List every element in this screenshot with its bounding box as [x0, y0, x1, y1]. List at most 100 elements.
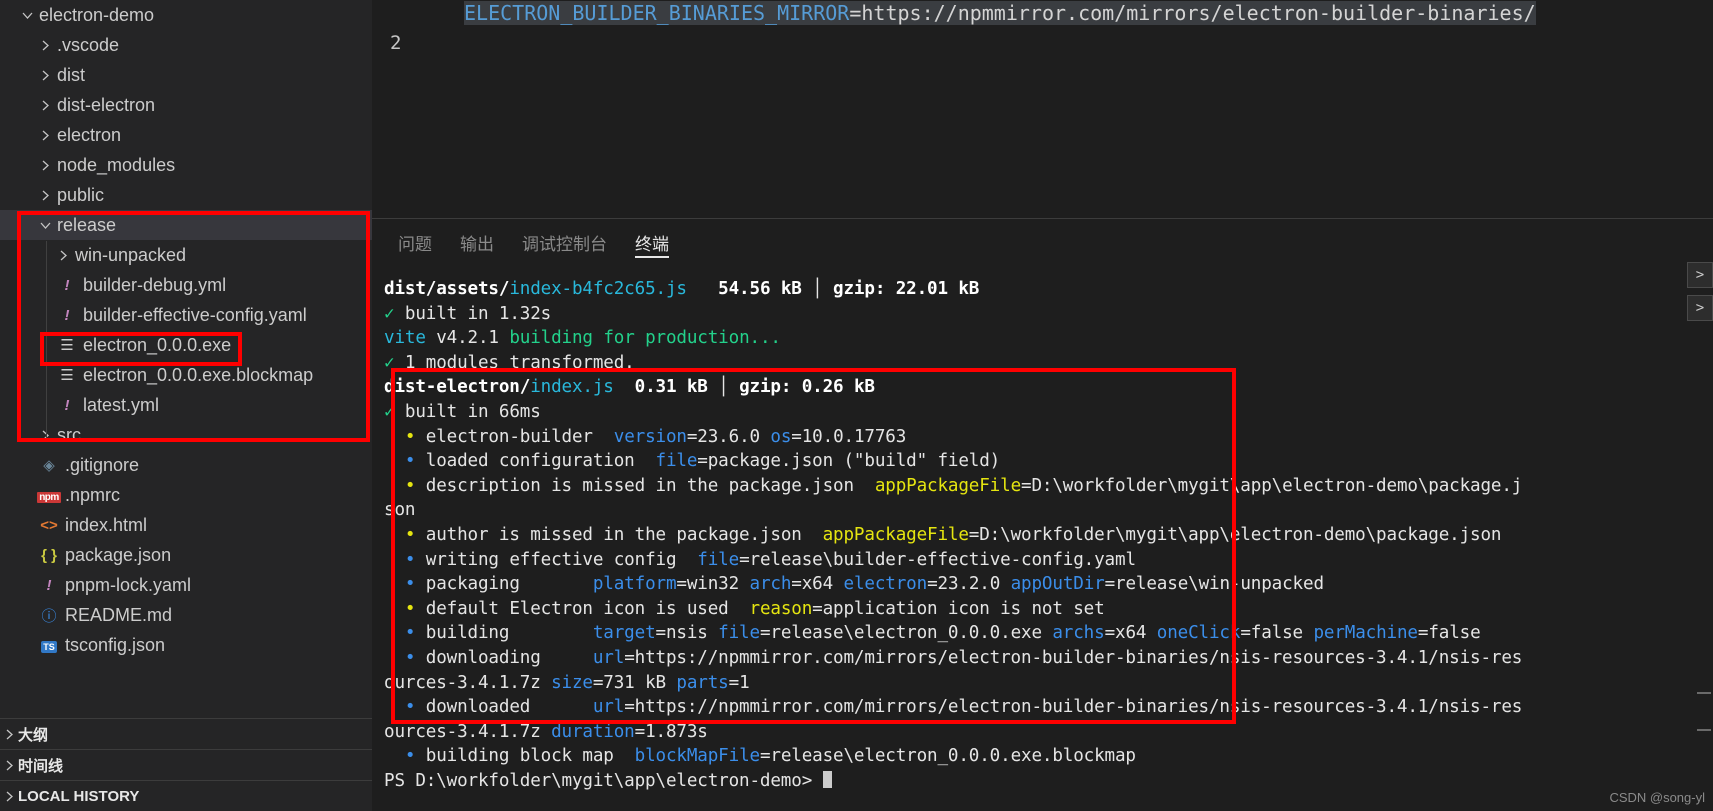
terminal-line: ✓ built in 66ms [384, 401, 541, 422]
terminal-line: • default Electron icon is used reason=a… [384, 598, 1105, 619]
tree-item-electron[interactable]: electron [0, 120, 372, 150]
chevron-right-icon[interactable] [36, 160, 54, 171]
chevron-right-icon[interactable] [36, 190, 54, 201]
terminal-line: ources-3.4.1.7z size=731 kB parts=1 [384, 672, 750, 693]
tree-item-label: README.md [65, 604, 173, 625]
tree-item-index-html[interactable]: <> index.html [0, 510, 372, 540]
terminal-line: ources-3.4.1.7z duration=1.873s [384, 721, 708, 742]
terminal-line: son [384, 500, 416, 521]
terminal-line: • description is missed in the package.j… [384, 475, 1523, 496]
terminal-line: • building block map blockMapFile=releas… [384, 746, 1136, 767]
panel-tab-label: 输出 [460, 235, 494, 254]
binary-icon: ☰ [60, 337, 74, 354]
terminal-output[interactable]: dist/assets/index-b4fc2c65.js 54.56 kB │… [372, 266, 1713, 811]
yaml-icon: ! [64, 276, 70, 294]
sidebar-section-label: 大纲 [18, 726, 49, 744]
tree-item-label: package.json [65, 544, 172, 565]
tree-item-latest-yml[interactable]: ! latest.yml [0, 390, 372, 420]
tree-item-dist-electron[interactable]: dist-electron [0, 90, 372, 120]
chevron-right-icon[interactable] [0, 760, 18, 771]
terminal-line: • electron-builder version=23.6.0 os=10.… [384, 426, 907, 447]
panel-tab-3[interactable]: 终端 [621, 219, 683, 266]
tree-item-label: .npmrc [65, 484, 121, 505]
tree-item--vscode[interactable]: .vscode [0, 30, 372, 60]
terminal-line: ✓ built in 1.32s [384, 303, 552, 324]
tree-item-tsconfig-json[interactable]: TS tsconfig.json [0, 630, 372, 660]
code-editor[interactable]: 2 ELECTRON_BUILDER_BINARIES_MIRROR=https… [372, 0, 1713, 218]
code-line-2[interactable]: 2 ELECTRON_BUILDER_BINARIES_MIRROR=https… [372, 0, 1713, 118]
tree-item-electron-0-0-0-exe[interactable]: ☰ electron_0.0.0.exe [0, 330, 372, 360]
sidebar-section-2[interactable]: LOCAL HISTORY [0, 780, 372, 811]
git-icon: ◈ [43, 457, 55, 474]
terminal-line: • building target=nsis file=release\elec… [384, 623, 1481, 644]
scrollbar-tick [1697, 692, 1711, 694]
file-tree[interactable]: electron-demo .vscode dist dist-electron ele… [0, 0, 372, 660]
tree-item--gitignore[interactable]: ◈ .gitignore [0, 450, 372, 480]
tree-item-label: public [57, 184, 105, 205]
terminal-line: ✓ 1 modules transformed. [384, 352, 635, 373]
chevron-right-icon: > [1695, 300, 1705, 316]
explorer-sidebar: electron-demo .vscode dist dist-electron ele… [0, 0, 372, 811]
tree-item-label: builder-debug.yml [83, 274, 227, 295]
chevron-down-icon[interactable] [18, 10, 36, 21]
panel-tab-0[interactable]: 问题 [384, 219, 446, 266]
panel-tab-1[interactable]: 输出 [446, 219, 508, 266]
sidebar-section-1[interactable]: 时间线 [0, 749, 372, 780]
panel-tab-label: 调试控制台 [522, 235, 607, 254]
panel-expand-button[interactable]: > [1687, 295, 1713, 321]
tree-item-label: pnpm-lock.yaml [65, 574, 192, 595]
chevron-right-icon[interactable] [36, 100, 54, 111]
chevron-right-icon[interactable] [36, 430, 54, 441]
chevron-right-icon[interactable] [0, 791, 18, 802]
tree-item-electron-0-0-0-exe-blockmap[interactable]: ☰ electron_0.0.0.exe.blockmap [0, 360, 372, 390]
tree-item-pnpm-lock-yaml[interactable]: ! pnpm-lock.yaml [0, 570, 372, 600]
tree-item-electron-demo[interactable]: electron-demo [0, 0, 372, 30]
json-icon: { } [41, 546, 57, 564]
tree-item-dist[interactable]: dist [0, 60, 372, 90]
tree-item-label: src [57, 424, 81, 445]
sidebar-section-0[interactable]: 大纲 [0, 718, 372, 749]
yaml-icon: ! [64, 396, 70, 414]
panel-tab-2[interactable]: 调试控制台 [508, 219, 621, 266]
tree-item-win-unpacked[interactable]: win-unpacked [0, 240, 372, 270]
tree-item-label: node_modules [57, 154, 176, 175]
yaml-icon: ! [54, 397, 80, 414]
yaml-icon: ! [36, 577, 62, 594]
chevron-right-icon[interactable] [36, 40, 54, 51]
panel-tab-label: 问题 [398, 235, 432, 254]
tree-item-builder-effective-config-yaml[interactable]: ! builder-effective-config.yaml [0, 300, 372, 330]
json-icon: { } [36, 547, 62, 564]
tree-item-label: tsconfig.json [65, 634, 166, 655]
tree-item-node-modules[interactable]: node_modules [0, 150, 372, 180]
panel-maximize-button[interactable]: > [1687, 262, 1713, 288]
terminal-line: • packaging platform=win32 arch=x64 elec… [384, 574, 1324, 595]
chevron-right-icon[interactable] [0, 729, 18, 740]
tree-item-label: dist-electron [57, 94, 156, 115]
terminal-line: dist/assets/index-b4fc2c65.js 54.56 kB │… [384, 279, 980, 299]
tree-item-label: release [57, 214, 117, 235]
vscode-window: electron-demo .vscode dist dist-electron ele… [0, 0, 1713, 811]
tree-item-package-json[interactable]: { } package.json [0, 540, 372, 570]
tree-item-builder-debug-yml[interactable]: ! builder-debug.yml [0, 270, 372, 300]
terminal-line: • author is missed in the package.json a… [384, 524, 1502, 545]
tree-item-src[interactable]: src [0, 420, 372, 450]
panel-tab-bar[interactable]: 问题 输出 调试控制台 终端 [372, 219, 1713, 266]
yaml-icon: ! [54, 307, 80, 324]
chevron-right-icon[interactable] [54, 250, 72, 261]
markdown-icon: ⓘ [36, 605, 62, 626]
chevron-right-icon[interactable] [36, 130, 54, 141]
tree-item--npmrc[interactable]: npm .npmrc [0, 480, 372, 510]
yaml-icon: ! [46, 576, 52, 594]
html-icon: <> [36, 517, 62, 534]
chevron-down-icon[interactable] [36, 220, 54, 231]
tree-item-readme-md[interactable]: ⓘ README.md [0, 600, 372, 630]
typescript-icon: TS [36, 637, 62, 654]
tree-item-release[interactable]: release [0, 210, 372, 240]
tree-item-label: .gitignore [65, 454, 140, 475]
code-text[interactable]: ELECTRON_BUILDER_BINARIES_MIRROR=https:/… [464, 0, 1536, 28]
tree-item-public[interactable]: public [0, 180, 372, 210]
panel-tab-label: 终端 [635, 235, 669, 254]
sidebar-collapsed-sections: 大纲时间线 LOCAL HISTORY [0, 718, 372, 811]
chevron-right-icon[interactable] [36, 70, 54, 81]
terminal-line: • downloading url=https://npmmirror.com/… [384, 647, 1523, 668]
